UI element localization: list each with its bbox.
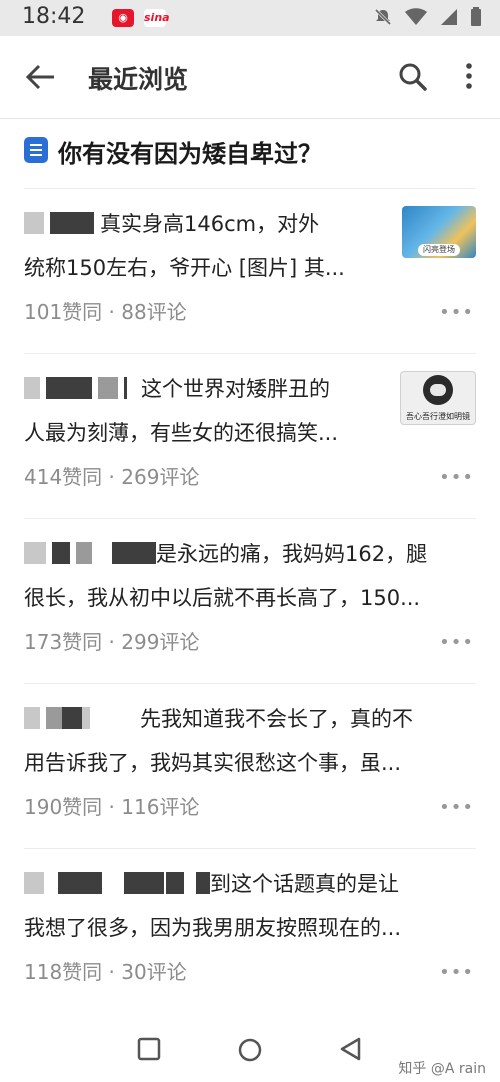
more-horizontal-icon[interactable]: ••• (439, 467, 474, 488)
vote-count: 118赞同 (24, 960, 103, 984)
redacted-username (196, 872, 210, 894)
answer-card[interactable]: 真实身高146cm，对外 统称150左右，爷开心 [图片] 其... 闪亮登场 … (0, 188, 500, 353)
answer-stats: 190赞同 · 116评论 (24, 791, 199, 820)
more-horizontal-icon[interactable]: ••• (439, 962, 474, 983)
vote-count: 414赞同 (24, 465, 103, 489)
meta-separator: · (102, 960, 122, 984)
excerpt-line-1: 真实身高146cm，对外 (24, 202, 386, 246)
redacted-username (76, 542, 92, 564)
status-icons (367, 6, 482, 30)
more-horizontal-icon[interactable]: ••• (439, 797, 474, 818)
battery-icon (471, 6, 481, 26)
answer-thumbnail[interactable]: 闪亮登场 (402, 206, 476, 258)
redacted-username (24, 212, 44, 234)
more-vertical-icon[interactable] (464, 62, 474, 92)
answer-excerpt[interactable]: 先我知道我不会长了，真的不 用告诉我了，我妈其实很愁这个事，虽... (24, 697, 476, 785)
signal-icon (440, 8, 457, 25)
redacted-username (124, 377, 127, 399)
excerpt-text: 这个世界对矮胖丑的 (141, 377, 330, 401)
excerpt-text: 到这个话题真的是让 (210, 872, 399, 896)
redacted-username (124, 872, 164, 894)
answer-card[interactable]: 这个世界对矮胖丑的 人最为刻薄，有些女的还很搞笑... 吾心吾行澄如明镜 414… (0, 353, 500, 518)
excerpt-line-2: 人最为刻薄，有些女的还很搞笑... (24, 421, 339, 445)
home-circle-icon[interactable] (236, 1036, 264, 1064)
answer-stats: 118赞同 · 30评论 (24, 956, 187, 985)
meta-separator: · (102, 300, 122, 324)
answer-thumbnail[interactable]: 吾心吾行澄如明镜 (400, 371, 476, 425)
vote-count: 190赞同 (24, 795, 103, 819)
excerpt-line-1: 到这个话题真的是让 (24, 862, 476, 906)
excerpt-line-2: 统称150左右，爷开心 [图片] 其... (24, 256, 345, 280)
vote-count: 173赞同 (24, 630, 103, 654)
redacted-username (24, 707, 40, 729)
excerpt-line-2: 很长，我从初中以后就不再长高了，150... (24, 586, 421, 610)
answer-excerpt[interactable]: 真实身高146cm，对外 统称150左右，爷开心 [图片] 其... (24, 202, 386, 290)
redacted-username (50, 212, 94, 234)
app-bar: 最近浏览 (0, 36, 500, 119)
redacted-username (58, 872, 102, 894)
comment-count: 299评论 (121, 630, 200, 654)
more-horizontal-icon[interactable]: ••• (439, 632, 474, 653)
excerpt-line-1: 先我知道我不会长了，真的不 (24, 697, 476, 741)
excerpt-line-2: 用告诉我了，我妈其实很愁这个事，虽... (24, 751, 402, 775)
excerpt-text: 真实身高146cm，对外 (100, 212, 320, 236)
redacted-username (166, 872, 184, 894)
recents-square-icon[interactable] (136, 1036, 162, 1062)
answer-card[interactable]: 是永远的痛，我妈妈162，腿 很长，我从初中以后就不再长高了，150... 17… (0, 518, 500, 683)
comment-count: 269评论 (121, 465, 200, 489)
excerpt-line-1: 这个世界对矮胖丑的 (24, 367, 386, 411)
meta-separator: · (102, 630, 122, 654)
status-bar: 18:42 ◉ sina (0, 0, 500, 36)
redacted-username (52, 542, 70, 564)
excerpt-line-2: 我想了很多，因为我男朋友按照现在的... (24, 916, 402, 940)
redacted-username (98, 377, 118, 399)
thumbnail-caption: 吾心吾行澄如明镜 (406, 412, 470, 421)
redacted-username (46, 377, 92, 399)
back-arrow-icon[interactable] (24, 62, 58, 92)
excerpt-line-1: 是永远的痛，我妈妈162，腿 (24, 532, 476, 576)
answer-stats: 173赞同 · 299评论 (24, 626, 199, 655)
meme-face-icon (423, 375, 453, 405)
comment-count: 30评论 (121, 960, 187, 984)
question-title[interactable]: 你有没有因为矮自卑过？ (58, 134, 322, 169)
sina-icon: sina (144, 9, 170, 27)
question-header[interactable]: 你有没有因为矮自卑过？ (22, 134, 482, 170)
page-title: 最近浏览 (88, 65, 189, 94)
thumbnail-caption: 闪亮登场 (418, 244, 460, 256)
watermark: 知乎 @A rain (398, 1061, 486, 1077)
redacted-username (46, 707, 62, 729)
search-icon[interactable] (398, 62, 428, 92)
redacted-username (62, 707, 82, 729)
back-triangle-icon[interactable] (338, 1036, 364, 1062)
comment-count: 88评论 (121, 300, 187, 324)
status-time: 18:42 (22, 4, 86, 29)
meta-separator: · (102, 465, 122, 489)
wifi-icon (404, 7, 427, 25)
answer-stats: 414赞同 · 269评论 (24, 461, 199, 490)
mute-icon (374, 8, 391, 25)
answer-stats: 101赞同 · 88评论 (24, 296, 187, 325)
redacted-username (82, 707, 90, 729)
redacted-username (112, 542, 156, 564)
redacted-username (24, 377, 40, 399)
redacted-username (24, 872, 44, 894)
answer-list: 真实身高146cm，对外 统称150左右，爷开心 [图片] 其... 闪亮登场 … (0, 188, 500, 1013)
answer-excerpt[interactable]: 是永远的痛，我妈妈162，腿 很长，我从初中以后就不再长高了，150... (24, 532, 476, 620)
answer-card[interactable]: 到这个话题真的是让 我想了很多，因为我男朋友按照现在的... 118赞同 · 3… (0, 848, 500, 1013)
comment-count: 116评论 (121, 795, 200, 819)
redacted-username (24, 542, 46, 564)
meta-separator: · (102, 795, 122, 819)
excerpt-text: 先我知道我不会长了，真的不 (140, 707, 413, 731)
answer-excerpt[interactable]: 这个世界对矮胖丑的 人最为刻薄，有些女的还很搞笑... (24, 367, 386, 455)
answer-excerpt[interactable]: 到这个话题真的是让 我想了很多，因为我男朋友按照现在的... (24, 862, 476, 950)
excerpt-text: 是永远的痛，我妈妈162，腿 (156, 542, 428, 566)
vote-count: 101赞同 (24, 300, 103, 324)
answer-card[interactable]: 先我知道我不会长了，真的不 用告诉我了，我妈其实很愁这个事，虽... 190赞同… (0, 683, 500, 848)
weibo-icon: ◉ (112, 9, 134, 27)
more-horizontal-icon[interactable]: ••• (439, 302, 474, 323)
question-doc-icon (24, 137, 48, 163)
